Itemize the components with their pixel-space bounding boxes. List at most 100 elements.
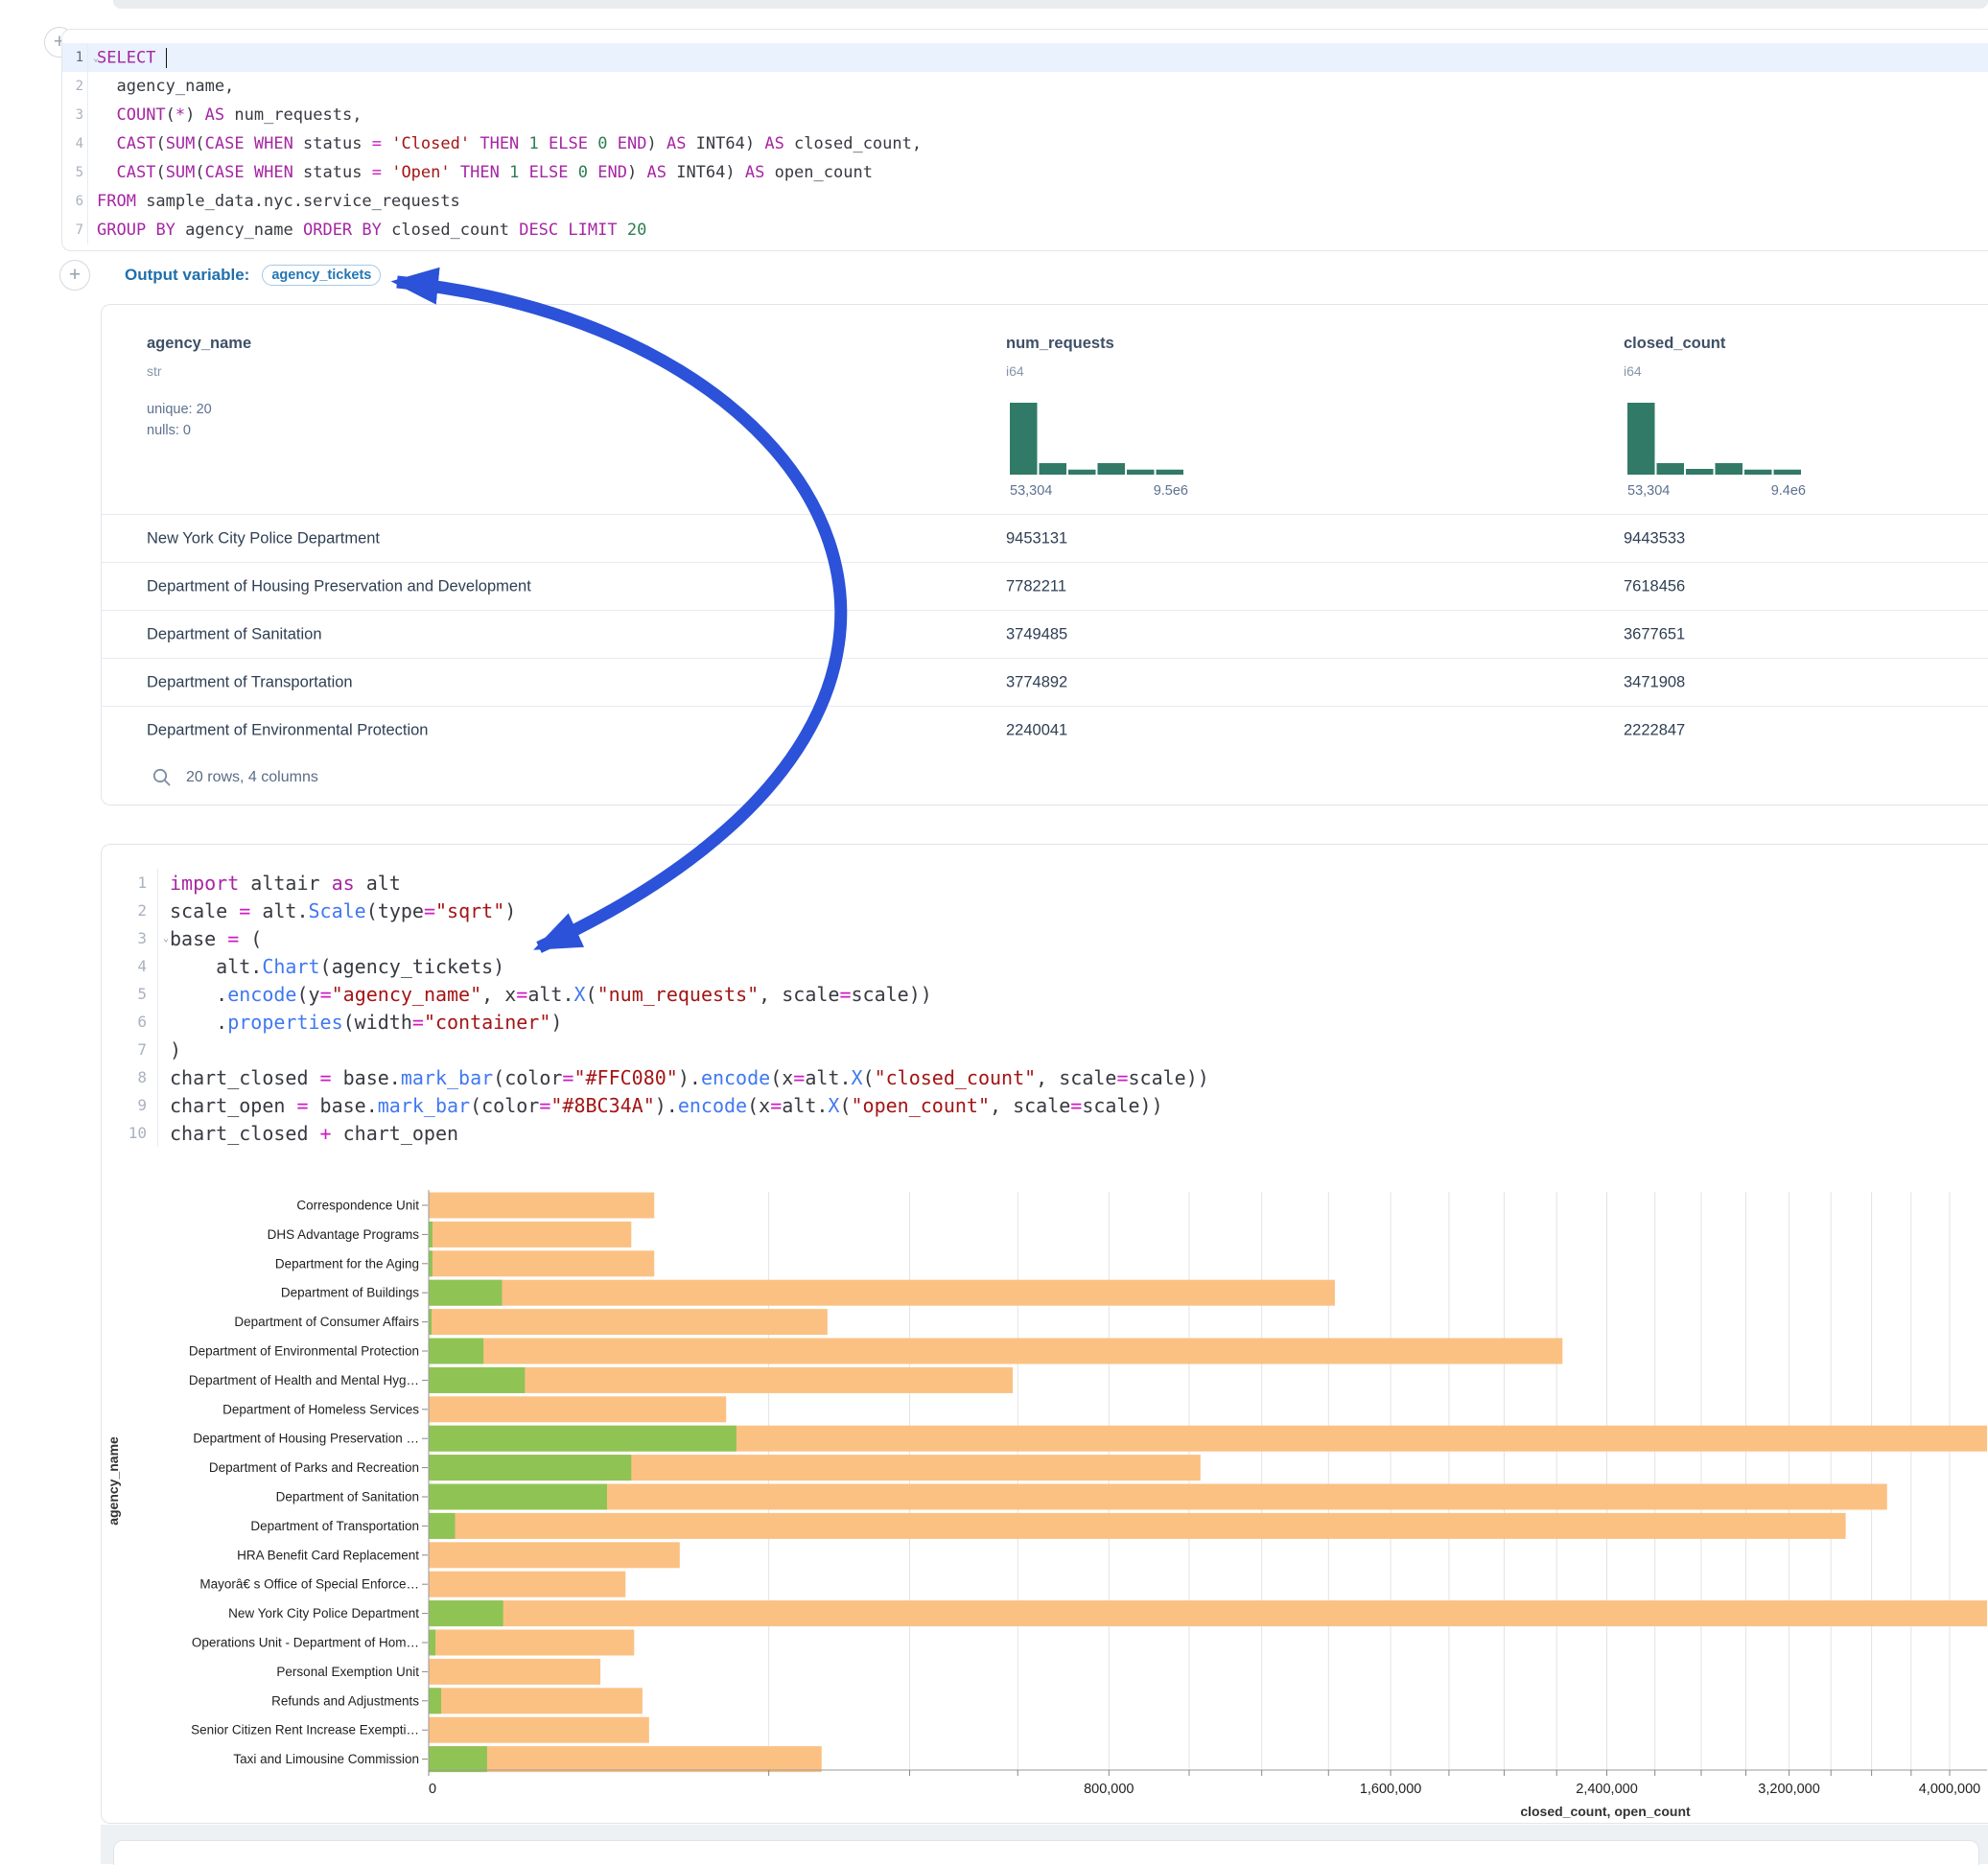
y-axis-label: Taxi and Limousine Commission [233,1752,419,1766]
cell-closed-count: 2222847 [1624,721,1685,739]
cell-agency-name: Department of Transportation [147,673,353,691]
cell-num-requests: 7782211 [1006,577,1066,595]
column-stats: unique: 20nulls: 0 [147,399,212,441]
column-type: i64 [1006,363,1024,379]
line-number: 5 [102,985,157,1003]
code-text: base = ( [158,927,262,950]
code-line[interactable]: 4 alt.Chart(agency_tickets) [102,952,1988,980]
y-axis-label: Department of Transportation [250,1519,419,1533]
column-type: str [147,363,162,379]
next-cell-edge [113,1840,1979,1865]
y-axis-label: Department of Consumer Affairs [234,1315,419,1329]
code-line[interactable]: 5 .encode(y="agency_name", x=alt.X("num_… [102,980,1988,1008]
sql-code-editor[interactable]: 1⌄SELECT 2 agency_name,3 COUNT(*) AS num… [62,43,1988,245]
y-axis-label: Department of Housing Preservation … [193,1432,419,1446]
table-row[interactable]: Department of Housing Preservation and D… [102,562,1988,610]
code-text: chart_closed + chart_open [158,1122,458,1145]
table-row[interactable]: Department of Transportation377489234719… [102,658,1988,706]
code-line[interactable]: 7) [102,1036,1988,1063]
code-line[interactable]: 8chart_closed = base.mark_bar(color="#FF… [102,1063,1988,1091]
y-axis-label: Department of Parks and Recreation [209,1460,419,1475]
y-axis-label: Department of Homeless Services [222,1402,419,1416]
x-axis-tick-label: 800,000 [1084,1782,1134,1797]
hist-max-label: 9.5e6 [1154,483,1188,499]
line-number: 2 [102,901,157,920]
column-header[interactable]: closed_count [1624,335,1725,353]
column-header[interactable]: num_requests [1006,335,1114,353]
code-line[interactable]: 4 CAST(SUM(CASE WHEN status = 'Closed' T… [62,129,1988,158]
code-text: import altair as alt [158,872,401,895]
code-line[interactable]: 3 COUNT(*) AS num_requests, [62,101,1988,129]
code-line[interactable]: 10chart_closed + chart_open [102,1119,1988,1147]
y-axis-label: Department of Health and Mental Hyg… [189,1373,419,1387]
line-number: 7 [102,1040,157,1059]
search-icon[interactable] [152,767,173,788]
hist-min-label: 53,304 [1627,483,1670,499]
line-number: 1 [102,874,157,892]
y-axis-title: agency_name [105,1436,121,1526]
code-line[interactable]: 1import altair as alt [102,869,1988,897]
code-text: agency_name, [88,77,234,96]
y-axis-label: Operations Unit - Department of Hom… [192,1636,419,1650]
output-variable-bar: Output variable: agency_tickets [108,255,381,295]
code-text: CAST(SUM(CASE WHEN status = 'Closed' THE… [88,134,922,153]
y-axis-label: DHS Advantage Programs [268,1227,420,1242]
line-number: 2 [62,79,87,94]
x-axis-tick-label: 1,600,000 [1360,1782,1422,1797]
line-number: 5 [62,165,87,180]
cell-closed-count: 9443533 [1624,529,1685,548]
line-number: 4 [102,957,157,975]
table-row[interactable]: New York City Police Department945313194… [102,514,1988,562]
cell-agency-name: Department of Environmental Protection [147,721,428,739]
table-row[interactable]: Department of Environmental Protection 22… [102,706,1988,754]
fold-chevron-icon[interactable]: ⌄ [163,934,169,944]
sql-cell[interactable]: 1⌄SELECT 2 agency_name,3 COUNT(*) AS num… [61,29,1988,251]
python-cell[interactable]: 1import altair as alt2scale = alt.Scale(… [101,844,1988,1824]
column-header[interactable]: agency_name [147,335,251,353]
y-axis-label: Mayorâ€ s Office of Special Enforce… [199,1577,419,1592]
cell-agency-name: Department of Housing Preservation and D… [147,577,531,595]
code-line[interactable]: 6FROM sample_data.nyc.service_requests [62,187,1988,216]
line-number: 4 [62,136,87,152]
line-number: 7 [62,222,87,238]
code-line[interactable]: 2scale = alt.Scale(type="sqrt") [102,897,1988,924]
code-line[interactable]: 1⌄SELECT [62,43,1988,72]
code-text: GROUP BY agency_name ORDER BY closed_cou… [88,221,646,240]
code-line[interactable]: 5 CAST(SUM(CASE WHEN status = 'Open' THE… [62,158,1988,187]
cell-closed-count: 7618456 [1624,577,1685,595]
code-text: CAST(SUM(CASE WHEN status = 'Open' THEN … [88,163,873,182]
code-line[interactable]: 3⌄base = ( [102,924,1988,952]
code-line[interactable]: 7GROUP BY agency_name ORDER BY closed_co… [62,216,1988,245]
table-row-count: 20 rows, 4 columns [186,769,318,786]
column-histogram[interactable]: 53,3049.4e6 [1627,401,1806,499]
code-text: alt.Chart(agency_tickets) [158,955,504,978]
cell-agency-name: Department of Sanitation [147,625,322,643]
table-row[interactable]: Department of Sanitation37494853677651 [102,610,1988,658]
y-axis-label: Department of Environmental Protection [189,1344,419,1359]
cell-num-requests: 9453131 [1006,529,1067,548]
line-number: 6 [62,194,87,209]
code-line[interactable]: 9chart_open = base.mark_bar(color="#8BC3… [102,1091,1988,1119]
column-histogram[interactable]: 53,3049.5e6 [1010,401,1188,499]
altair-bar-chart: Correspondence Unit DHS Advantage Program… [102,1156,1987,1839]
y-axis-label: Senior Citizen Rent Increase Exempti… [191,1723,419,1737]
cell-num-requests: 3749485 [1006,625,1067,643]
code-text: scale = alt.Scale(type="sqrt") [158,899,516,922]
line-number: 10 [102,1124,157,1142]
line-number: 6 [102,1013,157,1031]
x-axis-tick-label: 3,200,000 [1758,1782,1820,1797]
x-axis-tick-label: 2,400,000 [1576,1782,1638,1797]
y-axis-label: Correspondence Unit [296,1199,419,1213]
line-number: 9 [102,1096,157,1114]
line-number: 3 [62,107,87,123]
python-code-editor[interactable]: 1import altair as alt2scale = alt.Scale(… [102,869,1988,1147]
y-axis-label: New York City Police Department [228,1606,419,1620]
cell-closed-count: 3471908 [1624,673,1685,691]
output-variable-pill[interactable]: agency_tickets [262,265,381,286]
y-axis-label: Personal Exemption Unit [276,1665,419,1679]
code-line[interactable]: 6 .properties(width="container") [102,1008,1988,1036]
code-text: FROM sample_data.nyc.service_requests [88,192,460,211]
add-cell-button-middle[interactable]: + [59,260,90,291]
fold-chevron-icon[interactable]: ⌄ [93,53,99,63]
code-line[interactable]: 2 agency_name, [62,72,1988,101]
